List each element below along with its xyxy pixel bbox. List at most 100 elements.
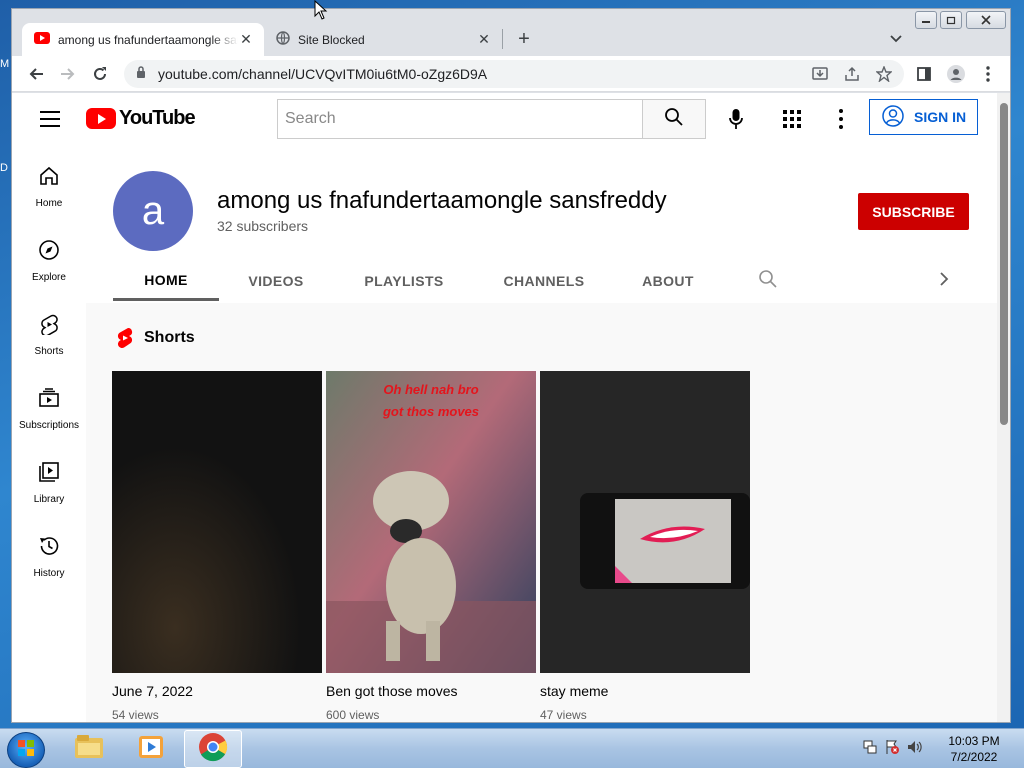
subscriber-count: 32 subscribers: [217, 218, 309, 234]
globe-icon: [276, 31, 290, 48]
channel-contents: Shorts June 7, 2022 54 views Oh hell nah…: [86, 303, 997, 722]
clock-date: 7/2/2022: [950, 750, 998, 764]
explorer-icon: [74, 734, 104, 765]
search-button[interactable]: [642, 99, 706, 139]
tab-about[interactable]: ABOUT: [630, 261, 706, 301]
short-views: 600 views: [326, 708, 380, 722]
youtube-logo[interactable]: YouTube: [86, 107, 196, 130]
tab-search-chevron-icon[interactable]: [884, 27, 908, 51]
share-icon[interactable]: [840, 62, 864, 86]
media-player-taskbar-button[interactable]: [122, 730, 180, 768]
explorer-taskbar-button[interactable]: [60, 730, 118, 768]
short-views: 54 views: [112, 708, 159, 722]
profile-icon[interactable]: [944, 62, 968, 86]
guide-item-home[interactable]: Home: [12, 149, 86, 219]
guide-item-history[interactable]: History: [12, 519, 86, 589]
new-tab-button[interactable]: +: [512, 27, 536, 51]
home-icon: [38, 165, 60, 192]
media-player-icon: [137, 734, 165, 765]
channel-header: a among us fnafundertaamongle sansfreddy…: [86, 149, 997, 303]
guide-label: History: [33, 568, 65, 579]
subscriptions-icon: [38, 387, 60, 414]
settings-more-icon[interactable]: [838, 109, 844, 129]
install-app-icon[interactable]: [808, 62, 832, 86]
shelf-title: Shorts: [144, 329, 195, 346]
clock-time: 10:03 PM: [948, 734, 1000, 748]
channel-name: among us fnafundertaamongle sansfreddy: [217, 187, 667, 214]
back-icon[interactable]: [24, 62, 48, 86]
tab-home[interactable]: HOME: [113, 261, 219, 301]
subscribe-button[interactable]: SUBSCRIBE: [858, 193, 969, 230]
shorts-icon: [38, 313, 60, 340]
tab-youtube[interactable]: among us fnafundertaamongle sansfreddy -…: [22, 23, 264, 56]
system-tray: [862, 739, 922, 760]
short-thumbnail[interactable]: Oh hell nah bro got thos moves: [326, 371, 536, 673]
compass-icon: [38, 239, 60, 266]
shorts-logo-icon: [116, 327, 134, 349]
sign-in-label: SIGN IN: [914, 109, 967, 125]
youtube-masthead: YouTube Search SIGN IN: [12, 93, 997, 149]
guide-label: Subscriptions: [18, 420, 80, 431]
hamburger-menu-icon[interactable]: [40, 111, 60, 127]
close-window-button[interactable]: [966, 11, 1006, 29]
mouse-cursor-icon: [314, 0, 328, 20]
short-thumbnail[interactable]: [540, 371, 750, 673]
tab-site-blocked[interactable]: Site Blocked ✕: [264, 23, 502, 56]
minimize-button[interactable]: [915, 11, 937, 29]
close-tab-icon[interactable]: ✕: [476, 31, 492, 48]
restore-button[interactable]: [940, 11, 962, 29]
tab-videos[interactable]: VIDEOS: [234, 261, 318, 301]
short-overlay-text: got thos moves: [382, 404, 480, 419]
reload-icon[interactable]: [88, 62, 112, 86]
clock[interactable]: 10:03 PM 7/2/2022: [938, 733, 1010, 765]
guide-label: Home: [35, 198, 63, 209]
search-input[interactable]: Search: [277, 99, 642, 139]
youtube-play-icon: [86, 108, 116, 129]
network-icon[interactable]: [862, 739, 878, 760]
lock-icon: [136, 65, 146, 83]
channel-search-icon[interactable]: [758, 269, 780, 291]
apps-grid-icon[interactable]: [783, 110, 801, 128]
guide-item-shorts[interactable]: Shorts: [12, 297, 86, 367]
short-overlay-text: Oh hell nah bro: [383, 382, 479, 397]
tab-playlists[interactable]: PLAYLISTS: [356, 261, 452, 301]
chrome-taskbar-button[interactable]: [184, 730, 242, 768]
youtube-favicon: [34, 32, 50, 47]
tab-strip: among us fnafundertaamongle sansfreddy -…: [12, 9, 1010, 56]
side-panel-icon[interactable]: [912, 62, 936, 86]
short-item[interactable]: Oh hell nah bro got thos moves Ben got t…: [326, 371, 536, 722]
forward-icon[interactable]: [56, 62, 80, 86]
bookmark-star-icon[interactable]: [872, 62, 896, 86]
short-item[interactable]: stay meme 47 views: [540, 371, 750, 722]
address-bar[interactable]: youtube.com/channel/UCVQvITM0iu6tM0-oZgz…: [124, 60, 904, 88]
channel-avatar[interactable]: a: [113, 171, 193, 251]
volume-icon[interactable]: [906, 739, 922, 760]
guide-item-library[interactable]: Library: [12, 445, 86, 515]
browser-menu-icon[interactable]: [976, 62, 1000, 86]
short-item[interactable]: June 7, 2022 54 views: [112, 371, 322, 722]
page-scrollbar[interactable]: [997, 93, 1010, 722]
short-thumbnail[interactable]: [112, 371, 322, 673]
windows-logo-icon: [17, 739, 35, 762]
guide-item-subscriptions[interactable]: Subscriptions: [12, 371, 86, 441]
guide-label: Explore: [32, 272, 66, 283]
chrome-icon: [198, 732, 228, 767]
guide-item-explore[interactable]: Explore: [12, 223, 86, 293]
short-views: 47 views: [540, 708, 587, 722]
mini-guide: Home Explore Shorts Subscriptions Librar…: [12, 149, 86, 722]
account-icon: [882, 104, 904, 130]
microphone-icon[interactable]: [722, 105, 750, 133]
scrollbar-thumb[interactable]: [1000, 103, 1008, 425]
start-button[interactable]: [7, 732, 45, 768]
short-title: Ben got those moves: [326, 683, 458, 699]
search-icon: [664, 107, 684, 132]
url-text: youtube.com/channel/UCVQvITM0iu6tM0-oZgz…: [158, 66, 488, 82]
tab-divider: [502, 29, 503, 49]
chevron-right-icon[interactable]: [934, 269, 956, 291]
browser-toolbar: youtube.com/channel/UCVQvITM0iu6tM0-oZgz…: [12, 56, 1010, 92]
tab-channels[interactable]: CHANNELS: [494, 261, 594, 301]
sign-in-button[interactable]: SIGN IN: [869, 99, 978, 135]
action-center-icon[interactable]: [884, 739, 900, 760]
browser-window: among us fnafundertaamongle sansfreddy -…: [11, 8, 1011, 723]
close-tab-icon[interactable]: ✕: [238, 31, 254, 48]
